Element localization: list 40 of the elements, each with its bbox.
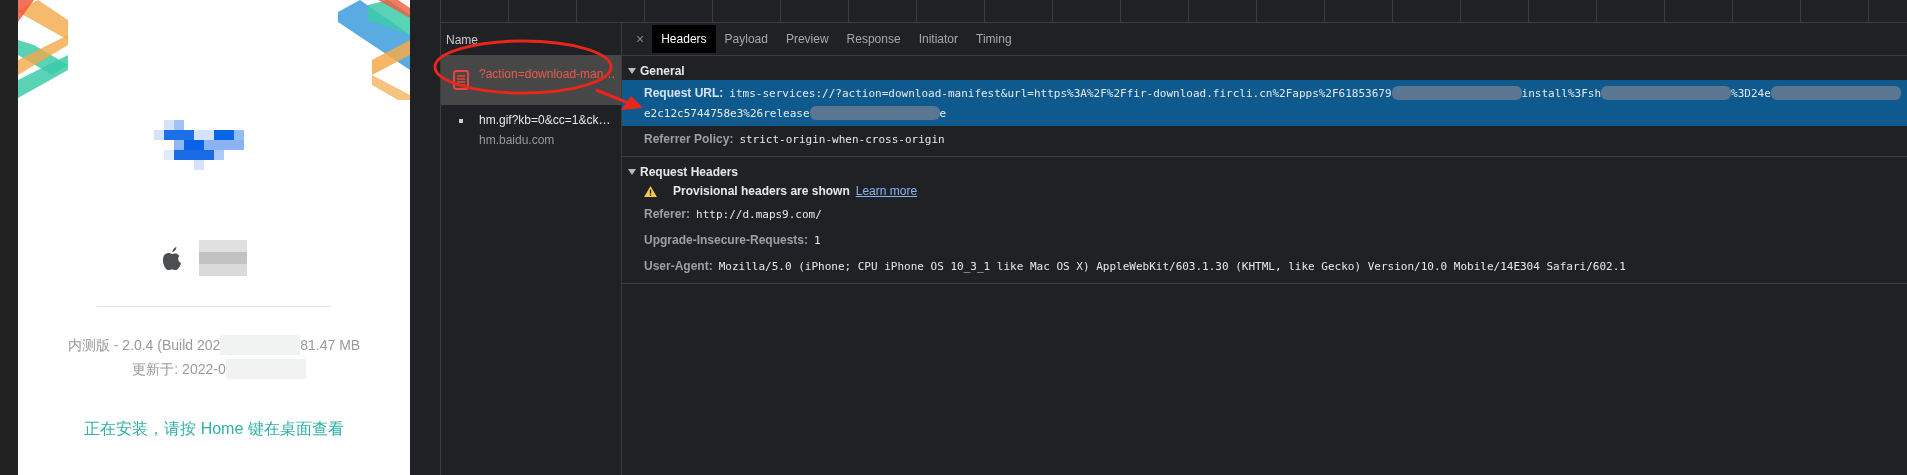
header-value: %3D24e <box>1731 86 1771 100</box>
request-domain: hm.baidu.com <box>479 133 556 147</box>
document-icon <box>453 70 469 90</box>
warning-text: Provisional headers are shown <box>673 184 850 198</box>
header-name: Upgrade-Insecure-Requests: <box>644 233 809 247</box>
close-button[interactable]: × <box>628 31 653 47</box>
warning-icon <box>644 185 657 197</box>
header-value: install%3Fsh <box>1521 86 1602 100</box>
column-header: Name <box>445 32 479 49</box>
learn-more-link[interactable]: Learn more <box>855 184 918 198</box>
header-value: http://d.maps9.com/ <box>696 207 822 221</box>
section-title[interactable]: General <box>640 64 685 78</box>
version-text: 内测版 - 2.0.4 (Build 202 <box>67 336 221 355</box>
request-name: hm.gif?kb=0&cc=1&ck… <box>479 113 611 127</box>
request-row[interactable]: hm.gif?kb=0&cc=1&ck… hm.baidu.com <box>441 105 621 153</box>
section-title[interactable]: Request Headers <box>640 165 739 179</box>
triangle-icon[interactable] <box>628 68 636 74</box>
triangle-icon[interactable] <box>628 169 636 175</box>
tab[interactable]: Timing <box>967 25 1021 53</box>
annotation-arrow <box>595 88 643 110</box>
tab[interactable]: Headers <box>652 25 716 53</box>
tab[interactable]: Response <box>837 25 910 53</box>
updated-text: 更新于: 2022-0 <box>132 360 226 379</box>
header-value: e <box>939 106 947 120</box>
install-hint: 正在安装，请按 Home 键在桌面查看 <box>84 419 344 439</box>
pixelated-label <box>199 240 247 276</box>
tab[interactable]: Initiator <box>909 25 967 53</box>
header-name: Referer: <box>644 207 691 221</box>
header-value: Mozilla/5.0 (iPhone; CPU iPhone OS 10_3_1 like Mac OS X) AppleWebKit/603.1.30 (KHTML, like Gecko) Version/10.0 Mobile/14E304 Safari/602.1 <box>718 259 1626 273</box>
header-value: itms-services://?action=download-manifest&url=https%3A%2F%2Ffir-download.fircli.cn%2Fapps%2F61853679 <box>729 86 1392 100</box>
header-value: 1 <box>814 233 821 247</box>
header-name: Request URL: <box>644 86 724 100</box>
tab[interactable]: Preview <box>776 25 838 53</box>
header-name: User-Agent: <box>644 259 713 273</box>
header-value: e2c12c5744758e3%26release <box>644 106 810 120</box>
header-name: Referrer Policy: <box>644 132 734 146</box>
apple-icon <box>161 245 183 271</box>
size-text: 81.47 MB <box>300 336 361 355</box>
header-value: strict-origin-when-cross-origin <box>739 132 945 146</box>
tab[interactable]: Payload <box>715 25 777 53</box>
